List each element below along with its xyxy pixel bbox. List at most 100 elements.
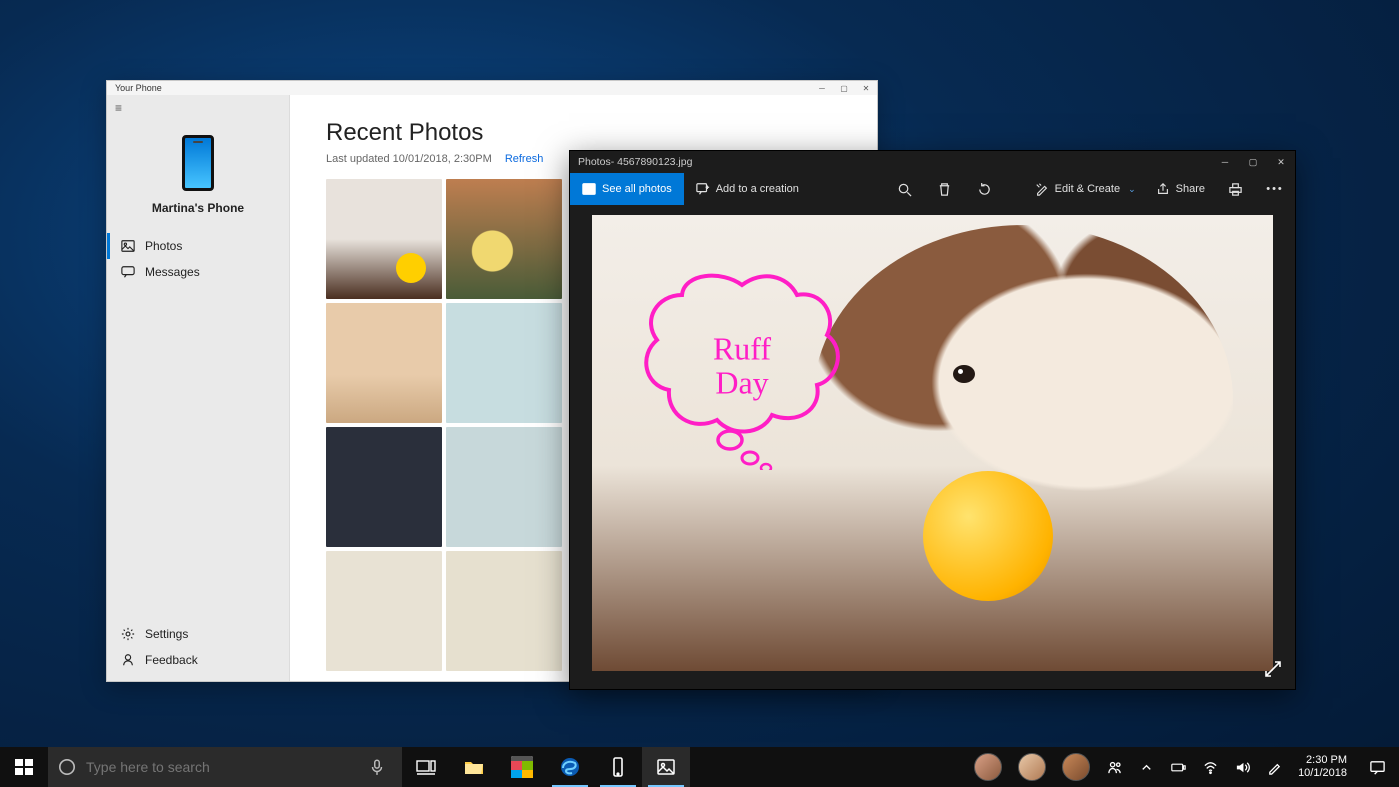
wifi-icon <box>1203 760 1218 775</box>
rotate-icon <box>977 182 992 197</box>
pinned-contact[interactable] <box>974 753 1002 781</box>
print-button[interactable] <box>1215 173 1255 205</box>
share-label: Share <box>1176 183 1205 195</box>
windows-logo-icon <box>13 756 35 778</box>
zoom-button[interactable] <box>885 173 925 205</box>
folder-icon <box>463 756 485 778</box>
clock[interactable]: 2:30 PM 10/1/2018 <box>1290 747 1355 787</box>
feedback-icon <box>121 653 135 667</box>
taskbar: 2:30 PM 10/1/2018 <box>0 747 1399 787</box>
nav-settings[interactable]: Settings <box>107 621 289 647</box>
task-view-button[interactable] <box>402 747 450 787</box>
maximize-button[interactable]: ▢ <box>1239 151 1267 173</box>
close-button[interactable]: ✕ <box>1267 151 1295 173</box>
nav-feedback[interactable]: Feedback <box>107 647 289 673</box>
store-icon <box>511 756 533 778</box>
action-center-button[interactable] <box>1355 747 1399 787</box>
edit-create-button[interactable]: Edit & Create ⌄ <box>1025 173 1146 205</box>
page-title: Recent Photos <box>326 119 877 147</box>
ellipsis-icon: ••• <box>1266 183 1284 195</box>
people-icon <box>1107 760 1122 775</box>
your-phone-titlebar[interactable]: Your Phone ─ ▢ ✕ <box>107 81 877 95</box>
photos-title: Photos- 4567890123.jpg <box>578 156 692 168</box>
nav-feedback-label: Feedback <box>145 653 198 667</box>
speaker-icon <box>1235 760 1250 775</box>
your-phone-title: Your Phone <box>111 83 162 93</box>
rotate-button[interactable] <box>965 173 1005 205</box>
share-icon <box>1156 182 1170 196</box>
photo-image: Ruff Day <box>592 215 1273 671</box>
maximize-button[interactable]: ▢ <box>833 81 855 95</box>
delete-button[interactable] <box>925 173 965 205</box>
photo-thumbnail[interactable] <box>446 427 562 547</box>
pen-icon <box>1267 760 1282 775</box>
see-all-photos-button[interactable]: See all photos <box>570 173 684 205</box>
pinned-contact[interactable] <box>1062 753 1090 781</box>
nav-photos-label: Photos <box>145 239 182 253</box>
photos-app[interactable] <box>642 747 690 787</box>
photos-app-icon <box>655 756 677 778</box>
photos-toolbar: See all photos Add to a creation Edit & … <box>570 173 1295 205</box>
edge-app[interactable] <box>546 747 594 787</box>
close-button[interactable]: ✕ <box>855 81 877 95</box>
notification-icon <box>1369 759 1386 776</box>
nav-photos[interactable]: Photos <box>107 233 289 259</box>
photo-thumbnail[interactable] <box>326 427 442 547</box>
ink-workspace-button[interactable] <box>1258 747 1290 787</box>
tray-expand-button[interactable] <box>1130 747 1162 787</box>
clock-time: 2:30 PM <box>1306 754 1347 767</box>
messages-icon <box>121 265 135 279</box>
edge-icon <box>559 756 581 778</box>
add-to-creation-button[interactable]: Add to a creation <box>684 173 811 205</box>
minimize-button[interactable]: ─ <box>811 81 833 95</box>
edit-icon <box>1035 182 1049 196</box>
photo-thumbnail[interactable] <box>326 551 442 671</box>
wifi-button[interactable] <box>1194 747 1226 787</box>
share-button[interactable]: Share <box>1146 173 1215 205</box>
clock-date: 10/1/2018 <box>1298 767 1347 780</box>
printer-icon <box>1228 182 1243 197</box>
cortana-icon <box>58 758 76 776</box>
expand-icon <box>1263 659 1283 679</box>
annotation-line1: Ruff <box>713 330 771 366</box>
nav-messages[interactable]: Messages <box>107 259 289 285</box>
people-button[interactable] <box>1098 747 1130 787</box>
add-creation-icon <box>696 182 710 196</box>
annotation-line2: Day <box>715 364 768 400</box>
add-to-creation-label: Add to a creation <box>716 183 799 195</box>
photo-thumbnail[interactable] <box>446 179 562 299</box>
photo-viewport[interactable]: Ruff Day <box>570 205 1295 689</box>
microphone-icon <box>368 758 386 776</box>
photo-thumbnail[interactable] <box>446 551 562 671</box>
last-updated-text: Last updated 10/01/2018, 2:30PM <box>326 153 492 165</box>
search-input[interactable] <box>86 759 352 775</box>
hamburger-icon[interactable]: ≡ <box>107 95 289 121</box>
chevron-down-icon: ⌄ <box>1128 184 1136 195</box>
search-box[interactable] <box>48 747 402 787</box>
your-phone-sidebar: ≡ Martina's Phone Photos Messages Settin… <box>107 95 290 681</box>
photo-thumbnail[interactable] <box>326 303 442 423</box>
explorer-app[interactable] <box>450 747 498 787</box>
edit-create-label: Edit & Create <box>1055 183 1120 195</box>
pinned-contact[interactable] <box>1018 753 1046 781</box>
volume-button[interactable] <box>1226 747 1258 787</box>
phone-icon <box>607 756 629 778</box>
photos-window: Photos- 4567890123.jpg ─ ▢ ✕ See all pho… <box>569 150 1296 690</box>
store-app[interactable] <box>498 747 546 787</box>
fullscreen-button[interactable] <box>1263 659 1283 679</box>
photo-thumbnail[interactable] <box>446 303 562 423</box>
nav-messages-label: Messages <box>145 265 200 279</box>
more-button[interactable]: ••• <box>1255 173 1295 205</box>
start-button[interactable] <box>0 747 48 787</box>
battery-button[interactable] <box>1162 747 1194 787</box>
photo-thumbnail[interactable] <box>326 179 442 299</box>
photos-titlebar[interactable]: Photos- 4567890123.jpg ─ ▢ ✕ <box>570 151 1295 173</box>
minimize-button[interactable]: ─ <box>1211 151 1239 173</box>
ink-annotation: Ruff Day <box>632 270 852 470</box>
microphone-button[interactable] <box>362 758 392 776</box>
see-all-photos-label: See all photos <box>602 183 672 195</box>
your-phone-app[interactable] <box>594 747 642 787</box>
refresh-link[interactable]: Refresh <box>505 153 544 165</box>
chevron-up-icon <box>1139 760 1154 775</box>
magnifier-icon <box>897 182 912 197</box>
